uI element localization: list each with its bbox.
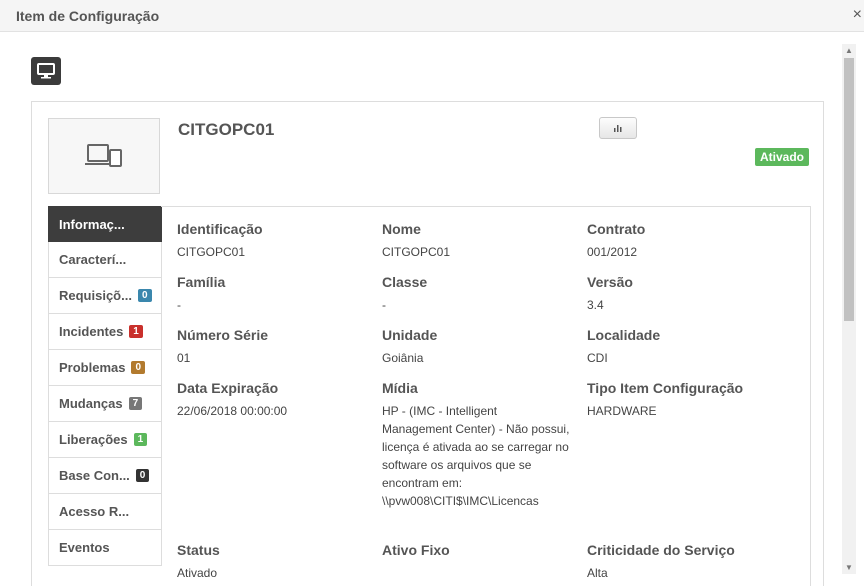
count-badge: 0 <box>137 289 152 302</box>
field-label: Data Expiração <box>177 380 279 396</box>
field-value: - <box>382 298 386 312</box>
sidebar-item-label: Problemas <box>59 360 126 375</box>
field-value: 3.4 <box>587 298 604 312</box>
dialog-content: CITGOPC01 Ativado Informaç... Caracterí.… <box>10 38 840 586</box>
devices-icon <box>48 118 160 194</box>
field-value: CITGOPC01 <box>382 245 451 259</box>
field-label: Classe <box>382 274 428 290</box>
field-label: Contrato <box>587 221 646 237</box>
field-label: Criticidade do Serviço <box>587 542 735 558</box>
field-value: 001/2012 <box>587 245 638 259</box>
field-nome: Nome CITGOPC01 <box>382 221 582 261</box>
sidebar-item-requisicoes[interactable]: Requisiçõ... 0 <box>48 278 162 314</box>
field-contrato: Contrato 001/2012 <box>587 221 787 261</box>
field-value: - <box>177 298 181 312</box>
sidebar-item-incidentes[interactable]: Incidentes 1 <box>48 314 162 350</box>
sidebar-item-base-conhecimento[interactable]: Base Con... 0 <box>48 458 162 494</box>
field-label: Mídia <box>382 380 418 396</box>
field-identificacao: Identificação CITGOPC01 <box>177 221 377 261</box>
sidebar-item-label: Requisiçõ... <box>59 288 132 303</box>
sidebar-item-label: Incidentes <box>59 324 124 339</box>
ci-name: CITGOPC01 <box>178 120 275 139</box>
sidebar-item-label: Mudanças <box>59 396 123 411</box>
dialog-title: Item de Configuração <box>16 8 160 24</box>
field-value: Alta <box>587 566 608 580</box>
field-ativo-fixo: Ativo Fixo <box>382 542 582 564</box>
sidebar-item-label: Caracterí... <box>59 252 127 267</box>
scroll-down-icon[interactable]: ▼ <box>845 563 853 572</box>
field-label: Localidade <box>587 327 661 343</box>
sidebar-item-problemas[interactable]: Problemas 0 <box>48 350 162 386</box>
scroll-up-icon[interactable]: ▲ <box>845 46 853 55</box>
field-localidade: Localidade CDI <box>587 327 787 367</box>
field-value: CDI <box>587 351 608 365</box>
sidebar-item-informacoes[interactable]: Informaç... <box>48 206 162 242</box>
field-value: HP - (IMC - Intelligent Management Cente… <box>382 404 570 508</box>
ci-panel: CITGOPC01 Ativado Informaç... Caracterí.… <box>31 101 824 586</box>
field-value: 01 <box>177 351 191 365</box>
field-numero-serie: Número Série 01 <box>177 327 377 367</box>
field-unidade: Unidade Goiânia <box>382 327 582 367</box>
count-badge: 0 <box>135 469 150 482</box>
sidebar-item-label: Acesso R... <box>59 504 130 519</box>
field-classe: Classe - <box>382 274 582 314</box>
count-badge: 1 <box>133 433 148 446</box>
bar-chart-button[interactable] <box>599 117 637 139</box>
field-label: Número Série <box>177 327 269 343</box>
sidebar-item-eventos[interactable]: Eventos <box>48 530 162 566</box>
bar-chart-icon <box>614 125 622 132</box>
field-data-expiracao: Data Expiração 22/06/2018 00:00:00 <box>177 380 377 420</box>
sidebar-item-mudancas[interactable]: Mudanças 7 <box>48 386 162 422</box>
count-badge: 0 <box>131 361 146 374</box>
field-label: Identificação <box>177 221 263 237</box>
field-value: 22/06/2018 00:00:00 <box>177 404 288 418</box>
desktop-icon[interactable] <box>31 57 61 85</box>
field-familia: Família - <box>177 274 377 314</box>
field-label: Unidade <box>382 327 438 343</box>
scrollbar-thumb[interactable] <box>844 58 854 321</box>
field-value: CITGOPC01 <box>177 245 246 259</box>
count-badge: 7 <box>128 397 143 410</box>
field-value: HARDWARE <box>587 404 657 418</box>
detail-area: Identificação CITGOPC01 Nome CITGOPC01 C… <box>161 206 811 586</box>
field-label: Status <box>177 542 220 558</box>
field-label: Família <box>177 274 226 290</box>
field-label: Nome <box>382 221 421 237</box>
sidebar-item-label: Eventos <box>59 540 110 555</box>
vertical-scrollbar[interactable]: ▲ ▼ <box>842 44 856 574</box>
close-icon[interactable]: × <box>853 6 862 24</box>
sidebar-item-label: Base Con... <box>59 468 130 483</box>
field-label: Tipo Item Configuração <box>587 380 744 396</box>
field-versao: Versão 3.4 <box>587 274 787 314</box>
field-midia: Mídia HP - (IMC - Intelligent Management… <box>382 380 570 510</box>
sidebar-item-liberacoes[interactable]: Liberações 1 <box>48 422 162 458</box>
sidebar-item-label: Liberações <box>59 432 128 447</box>
field-label: Versão <box>587 274 633 290</box>
sidebar-nav: Informaç... Caracterí... Requisiçõ... 0 … <box>48 206 162 566</box>
count-badge: 1 <box>129 325 143 338</box>
sidebar-item-caracteristicas[interactable]: Caracterí... <box>48 242 162 278</box>
field-tipo-item: Tipo Item Configuração HARDWARE <box>587 380 787 420</box>
field-status: Status Ativado <box>177 542 377 582</box>
field-label: Ativo Fixo <box>382 542 450 558</box>
sidebar-item-acesso-remoto[interactable]: Acesso R... <box>48 494 162 530</box>
field-value: Goiânia <box>382 351 424 365</box>
field-criticidade: Criticidade do Serviço Alta <box>587 542 787 582</box>
dialog-titlebar: Item de Configuração × <box>0 0 864 32</box>
status-badge: Ativado <box>754 148 809 166</box>
field-value: Ativado <box>177 566 218 580</box>
sidebar-item-label: Informaç... <box>59 216 125 232</box>
